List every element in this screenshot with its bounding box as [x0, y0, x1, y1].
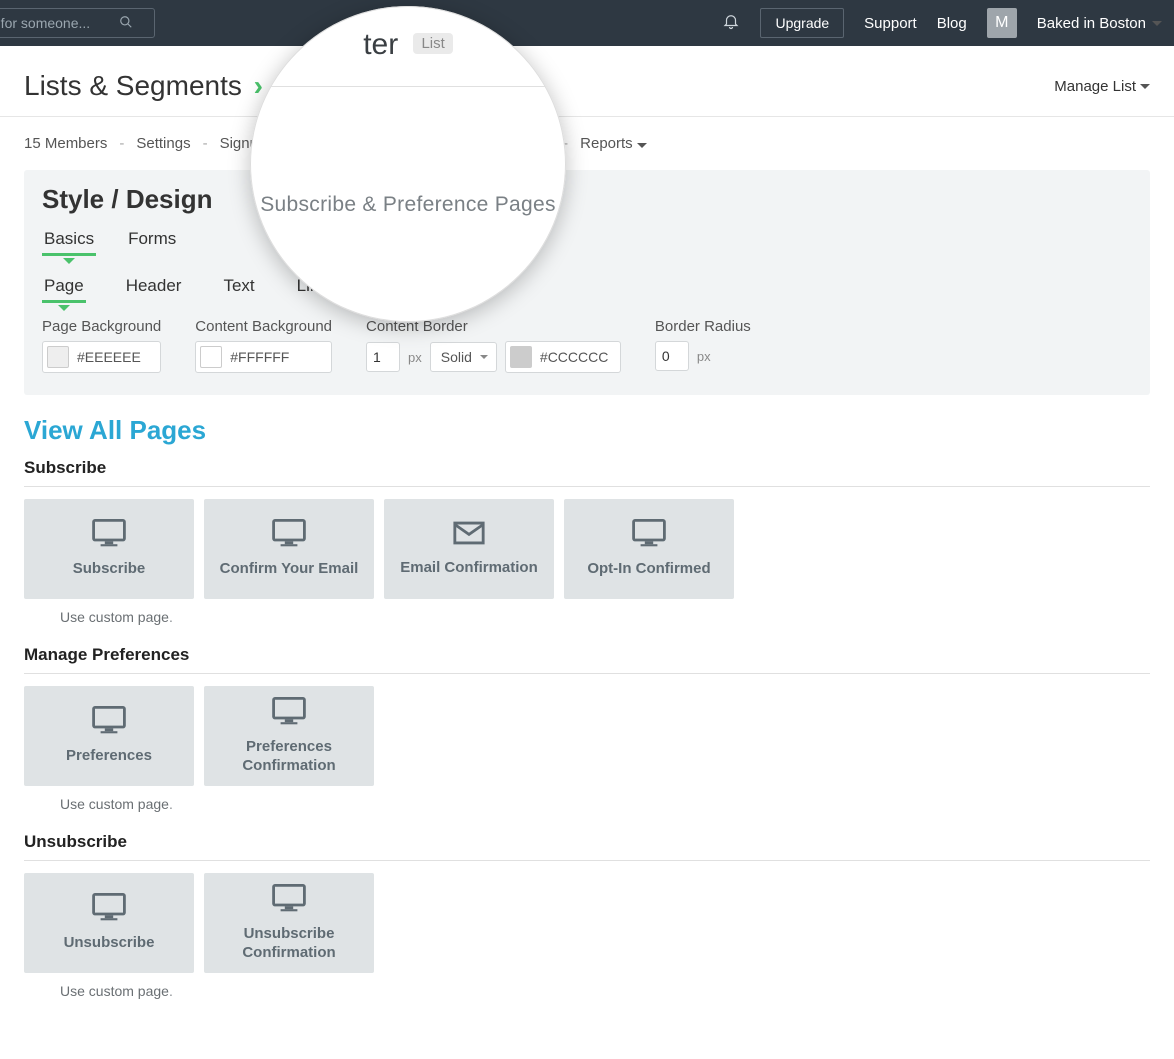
use-custom-page-link[interactable]: Use custom page [60, 796, 169, 812]
style-design-panel: Style / Design Basics Forms Page Header … [24, 170, 1150, 395]
unit-label: px [408, 350, 422, 365]
tab-text[interactable]: Text [221, 272, 256, 300]
chevron-down-icon [1140, 84, 1150, 89]
manage-list-button[interactable]: Manage List [1054, 78, 1150, 95]
tile-label: Preferences Confirmation [212, 738, 366, 776]
section-unsubscribe: Unsubscribe Unsubscribe Unsubscribe Conf… [24, 832, 1150, 999]
tile-optin-confirmed[interactable]: Opt-In Confirmed [564, 499, 734, 599]
breadcrumb-current: New [275, 70, 331, 101]
support-link[interactable]: Support [864, 15, 917, 32]
content-bg-label: Content Background [195, 318, 332, 335]
monitor-icon [92, 893, 126, 926]
blog-link[interactable]: Blog [937, 15, 967, 32]
section-title: Manage Preferences [24, 645, 1150, 674]
subnav-signup[interactable]: Signup F [220, 135, 280, 152]
border-style-select[interactable]: Solid [430, 342, 497, 372]
chevron-down-icon [1152, 21, 1162, 26]
tile-preferences-confirmation[interactable]: Preferences Confirmation [204, 686, 374, 786]
section-subscribe: Subscribe Subscribe Confirm Your Email E… [24, 458, 1150, 625]
content-bg-input[interactable] [230, 349, 300, 365]
border-radius-label: Border Radius [655, 318, 751, 335]
border-color-input[interactable] [540, 349, 610, 365]
page-bg-label: Page Background [42, 318, 161, 335]
view-all-pages-heading: View All Pages [24, 415, 1150, 446]
list-type-pill: List [347, 78, 385, 98]
monitor-icon [272, 697, 306, 730]
content-bg-picker[interactable] [195, 341, 332, 373]
swatch-icon [200, 346, 222, 368]
monitor-icon [632, 519, 666, 552]
chevron-down-icon [480, 355, 488, 359]
tile-label: Email Confirmation [400, 559, 538, 578]
unit-label: px [697, 349, 711, 364]
breadcrumb: Lists & Segments › New List Manage List [0, 46, 1174, 117]
border-color-picker[interactable] [505, 341, 621, 373]
tile-email-confirmation[interactable]: Email Confirmation [384, 499, 554, 599]
breadcrumb-parent[interactable]: Lists & Segments [24, 70, 242, 101]
swatch-icon [510, 346, 532, 368]
chevron-down-icon [637, 143, 647, 148]
tile-label: Opt-In Confirmed [587, 560, 710, 579]
use-custom-page-link[interactable]: Use custom page [60, 983, 169, 999]
subnav-reports[interactable]: Reports [580, 135, 647, 152]
avatar[interactable]: M [987, 8, 1017, 38]
tile-label: Confirm Your Email [220, 560, 359, 579]
tile-preferences[interactable]: Preferences [24, 686, 194, 786]
border-width-input[interactable] [366, 342, 400, 372]
tab-links[interactable]: Lin [295, 272, 322, 300]
top-bar: Upgrade Support Blog M Baked in Boston [0, 0, 1174, 46]
page-bg-input[interactable] [77, 349, 147, 365]
tab-header[interactable]: Header [124, 272, 184, 300]
use-custom-page-link[interactable]: Use custom page [60, 609, 169, 625]
monitor-icon [272, 884, 306, 917]
subnav-quickadd[interactable]: k Add [514, 135, 552, 152]
subnav-members[interactable]: 15 Members [24, 135, 107, 152]
tile-unsubscribe-confirmation[interactable]: Unsubscribe Confirmation [204, 873, 374, 973]
monitor-icon [92, 519, 126, 552]
tile-label: Preferences [66, 747, 152, 766]
border-radius-input[interactable] [655, 341, 689, 371]
bell-icon[interactable] [722, 12, 740, 35]
content-border-label: Content Border [366, 318, 621, 335]
monitor-icon [272, 519, 306, 552]
panel-title: Style / Design [42, 184, 1132, 215]
tile-unsubscribe[interactable]: Unsubscribe [24, 873, 194, 973]
tab-page[interactable]: Page [42, 272, 86, 300]
section-manage-prefs: Manage Preferences Preferences Preferenc… [24, 645, 1150, 812]
swatch-icon [47, 346, 69, 368]
section-title: Subscribe [24, 458, 1150, 487]
section-title: Unsubscribe [24, 832, 1150, 861]
search-icon[interactable] [119, 15, 133, 32]
tab-forms[interactable]: Forms [126, 223, 178, 255]
search-input[interactable] [0, 15, 119, 31]
chevron-right-icon: › [250, 70, 267, 101]
tile-subscribe[interactable]: Subscribe [24, 499, 194, 599]
upgrade-button[interactable]: Upgrade [760, 8, 844, 38]
page-bg-picker[interactable] [42, 341, 161, 373]
tile-label: Unsubscribe Confirmation [212, 925, 366, 963]
envelope-icon [452, 520, 486, 551]
tile-confirm-email[interactable]: Confirm Your Email [204, 499, 374, 599]
account-menu[interactable]: Baked in Boston [1037, 15, 1162, 32]
subnav-settings[interactable]: Settings [136, 135, 190, 152]
monitor-icon [92, 706, 126, 739]
search-box[interactable] [0, 8, 155, 38]
list-subnav: 15 Members- Settings- Signup F k Add- Re… [0, 117, 1174, 170]
tab-basics[interactable]: Basics [42, 223, 96, 255]
tile-label: Unsubscribe [64, 934, 155, 953]
tile-label: Subscribe [73, 560, 146, 579]
